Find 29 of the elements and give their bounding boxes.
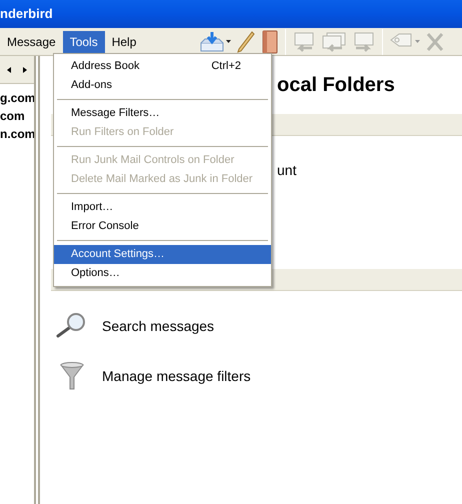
menu-option[interactable]: Error Console	[54, 217, 271, 236]
account-text: unt	[277, 161, 296, 180]
left-arrow-icon[interactable]	[7, 66, 11, 72]
menu-item[interactable]: Message	[0, 30, 63, 52]
envelope-icon	[352, 30, 376, 52]
envelopes-icon	[322, 30, 346, 52]
caret-icon	[415, 40, 420, 43]
menu-option[interactable]: Message Filters…	[54, 104, 271, 123]
caret-icon	[226, 40, 232, 43]
action-link[interactable]: Search messages	[102, 316, 214, 336]
window-title: nderbird	[0, 5, 53, 24]
page-heading: ocal Folders	[277, 73, 395, 98]
menu-item[interactable]: Tools	[62, 30, 105, 52]
pencil-icon	[237, 30, 256, 52]
funnel-icon	[60, 362, 84, 390]
cross-icon	[426, 32, 444, 52]
envelope-icon	[292, 30, 316, 52]
folder-item[interactable]: com	[0, 107, 34, 125]
right-arrow-icon[interactable]	[23, 66, 27, 72]
action-link[interactable]: Manage message filters	[102, 366, 251, 386]
inbox-arrow-icon	[200, 30, 224, 52]
menu-item[interactable]: Help	[104, 30, 144, 52]
menu-option[interactable]: Account Settings…	[54, 245, 271, 264]
menu-option[interactable]: Add-ons	[54, 76, 271, 95]
menu-option[interactable]: Import…	[54, 198, 271, 217]
book-icon	[261, 30, 280, 54]
menu-option[interactable]: Address Book Ctrl+2	[54, 57, 271, 76]
menu-option[interactable]: Options…	[54, 264, 271, 283]
search-icon	[56, 313, 88, 339]
